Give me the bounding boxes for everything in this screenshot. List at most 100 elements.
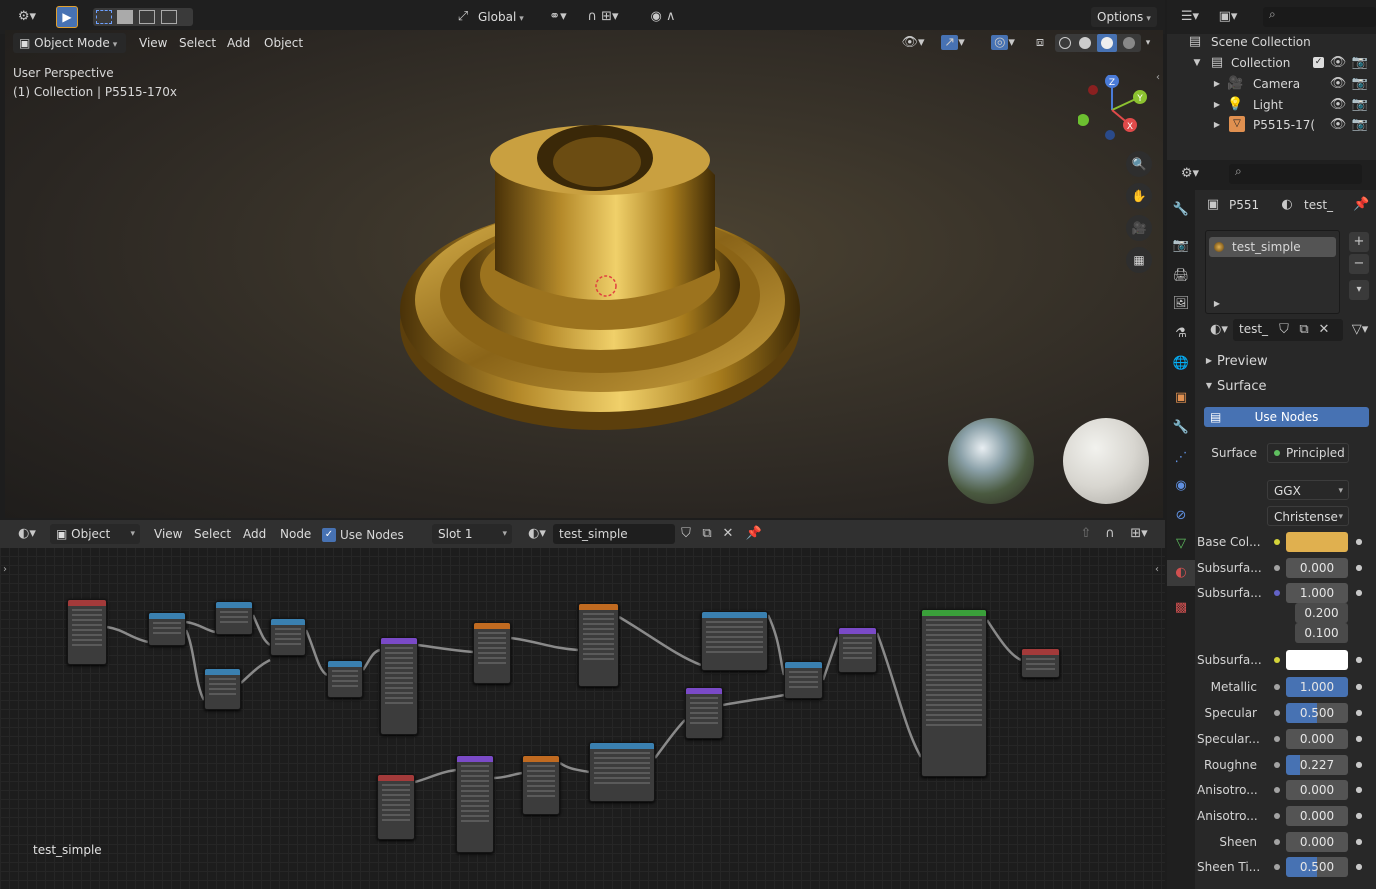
view-layer-tab-icon[interactable]: 🖼 xyxy=(1171,294,1191,314)
overlay-toggle-icon[interactable]: ◎ ▾ xyxy=(983,33,1023,53)
keyframe-dot-icon[interactable]: ● xyxy=(1352,806,1366,826)
constraints-tab-icon[interactable]: ⊘ xyxy=(1171,506,1191,526)
collapse-arrow-icon[interactable]: ▼ xyxy=(1191,53,1203,73)
socket-dot[interactable] xyxy=(1274,590,1280,597)
expand-arrow-icon[interactable]: ▶ xyxy=(1211,74,1223,94)
particles-tab-icon[interactable]: ⋰ xyxy=(1171,448,1191,468)
list-expand-icon[interactable]: ▶ xyxy=(1211,294,1223,314)
scene-tab-icon[interactable]: ⚗ xyxy=(1171,324,1191,344)
input-field[interactable]: 1.000 xyxy=(1286,677,1348,698)
keyframe-dot-icon[interactable]: ● xyxy=(1352,729,1366,749)
sidebar-toggle-icon[interactable]: ‹ xyxy=(1156,72,1160,83)
shader-node[interactable] xyxy=(473,622,511,684)
xray-icon[interactable]: ⧈ xyxy=(1031,33,1049,53)
zoom-icon[interactable]: 🔍 xyxy=(1126,151,1152,177)
pan-hand-icon[interactable]: ✋ xyxy=(1126,183,1152,209)
collapse-arrow-icon[interactable]: ▼ xyxy=(1203,376,1215,396)
shader-node[interactable] xyxy=(67,599,107,665)
display-mode-icon[interactable]: ▣▾ xyxy=(1213,7,1243,27)
material-datablock[interactable]: test_ ⛉ ⧉ ✕ xyxy=(1233,319,1343,341)
link-type-icon[interactable]: ▽▾ xyxy=(1345,320,1375,340)
render-tab-icon[interactable]: 📷 xyxy=(1171,236,1191,256)
data-tab-icon[interactable]: ▽ xyxy=(1171,534,1191,554)
shader-node[interactable] xyxy=(456,755,494,853)
shader-node[interactable] xyxy=(522,755,560,815)
socket-dot[interactable] xyxy=(1274,864,1280,871)
socket-dot[interactable] xyxy=(1274,564,1280,571)
input-field[interactable]: 0.200 xyxy=(1295,603,1348,624)
add-slot-icon[interactable]: + xyxy=(1349,232,1369,252)
material-browse-icon[interactable]: ◐▾ xyxy=(1205,320,1233,340)
mode-dropdown[interactable]: ▣ Object Mode ▾ xyxy=(13,33,126,53)
render-camera-icon[interactable]: 📷 xyxy=(1351,74,1369,94)
outliner-item-mesh[interactable]: P5515-17( xyxy=(1253,118,1315,132)
socket-dot[interactable] xyxy=(1274,838,1280,845)
shader-node[interactable] xyxy=(578,603,619,687)
menu-add[interactable]: Add xyxy=(221,33,256,53)
slot-specials-icon[interactable]: ▾ xyxy=(1349,280,1369,300)
distribution-dropdown[interactable]: GGX ▾ xyxy=(1267,480,1349,500)
object-tab-icon[interactable]: ▣ xyxy=(1171,388,1191,408)
material-tab-icon[interactable]: ◐ xyxy=(1171,563,1191,583)
shader-node[interactable] xyxy=(589,742,655,802)
eye-icon[interactable]: 👁 xyxy=(1329,95,1347,115)
expand-arrow-icon[interactable]: ▶ xyxy=(1211,115,1223,135)
shader-node[interactable] xyxy=(270,618,306,656)
shader-node-editor[interactable]: ◐▾ ▣ Object ▾ View Select Add Node ✓ Use … xyxy=(0,520,1165,889)
select-mode-buttons[interactable] xyxy=(93,8,193,26)
outliner-collection[interactable]: Collection xyxy=(1231,56,1290,70)
socket-dot[interactable] xyxy=(1274,761,1280,768)
menu-select[interactable]: Select xyxy=(173,33,222,53)
socket-dot[interactable] xyxy=(1274,787,1280,794)
shading-dropdown-icon[interactable]: ▾ xyxy=(1141,33,1155,53)
input-field[interactable]: 0.000 xyxy=(1286,728,1348,749)
modifier-tab-icon[interactable]: 🔧 xyxy=(1171,418,1191,438)
shader-node[interactable] xyxy=(377,774,415,840)
input-field[interactable]: 0.000 xyxy=(1286,831,1348,852)
3d-viewport[interactable]: ▣ Object Mode ▾ View Select Add Object 👁▾… xyxy=(5,30,1163,518)
input-field[interactable]: 0.100 xyxy=(1295,623,1348,644)
outliner-type-icon[interactable]: ☰▾ xyxy=(1175,7,1205,27)
transform-orientation-dropdown[interactable]: Global ▾ xyxy=(472,7,530,27)
keyframe-dot-icon[interactable]: ● xyxy=(1352,650,1366,670)
panel-preview[interactable]: Preview xyxy=(1217,354,1268,369)
properties-search-input[interactable]: ⌕ xyxy=(1229,164,1362,184)
shader-node[interactable] xyxy=(685,687,723,739)
shader-node[interactable] xyxy=(701,611,768,671)
shader-node[interactable] xyxy=(838,627,877,673)
keyframe-dot-icon[interactable]: ● xyxy=(1352,703,1366,723)
socket-dot[interactable] xyxy=(1274,710,1280,717)
select-tool-icon[interactable]: ▶ xyxy=(56,6,78,28)
proportional-edit-icon[interactable]: ◉ ∧ xyxy=(638,7,688,27)
shader-node[interactable] xyxy=(921,609,987,777)
visibility-icon[interactable]: 👁▾ xyxy=(898,33,928,53)
navigation-gizmo[interactable]: Z Y X xyxy=(1078,75,1158,145)
input-field[interactable]: 0.000 xyxy=(1286,557,1348,578)
input-field[interactable] xyxy=(1286,532,1348,552)
outliner-item-camera[interactable]: Camera xyxy=(1253,77,1300,91)
shader-node[interactable] xyxy=(215,601,253,635)
shading-modes[interactable] xyxy=(1055,34,1141,52)
eye-icon[interactable]: 👁 xyxy=(1329,74,1347,94)
menu-view[interactable]: View xyxy=(133,33,173,53)
material-slot-name[interactable]: test_simple xyxy=(1232,240,1301,254)
eye-icon[interactable]: 👁 xyxy=(1329,53,1347,73)
keyframe-dot-icon[interactable]: ● xyxy=(1352,755,1366,775)
snap-icon[interactable]: ∩ ⊞▾ xyxy=(578,7,628,27)
outliner-scene-collection[interactable]: Scene Collection xyxy=(1211,35,1311,49)
perspective-grid-icon[interactable]: ▦ xyxy=(1126,247,1152,273)
outliner-search-input[interactable]: ⌕ xyxy=(1263,7,1376,27)
shader-node[interactable] xyxy=(204,668,241,710)
input-field[interactable]: 1.000 xyxy=(1286,583,1348,604)
brass-object[interactable] xyxy=(385,100,815,460)
menu-object[interactable]: Object xyxy=(258,33,309,53)
input-field[interactable]: 0.500 xyxy=(1286,857,1348,878)
gizmo-toggle-icon[interactable]: ↗ ▾ xyxy=(933,33,973,53)
keyframe-dot-icon[interactable]: ● xyxy=(1352,583,1366,603)
keyframe-dot-icon[interactable]: ● xyxy=(1352,780,1366,800)
world-tab-icon[interactable]: 🌐 xyxy=(1171,354,1191,374)
outliner-item-light[interactable]: Light xyxy=(1253,98,1283,112)
pivot-point-icon[interactable]: ⚭▾ xyxy=(543,7,573,27)
collapse-arrow-icon[interactable]: ▶ xyxy=(1203,351,1215,371)
tool-tab-icon[interactable]: 🔧 xyxy=(1171,200,1191,220)
